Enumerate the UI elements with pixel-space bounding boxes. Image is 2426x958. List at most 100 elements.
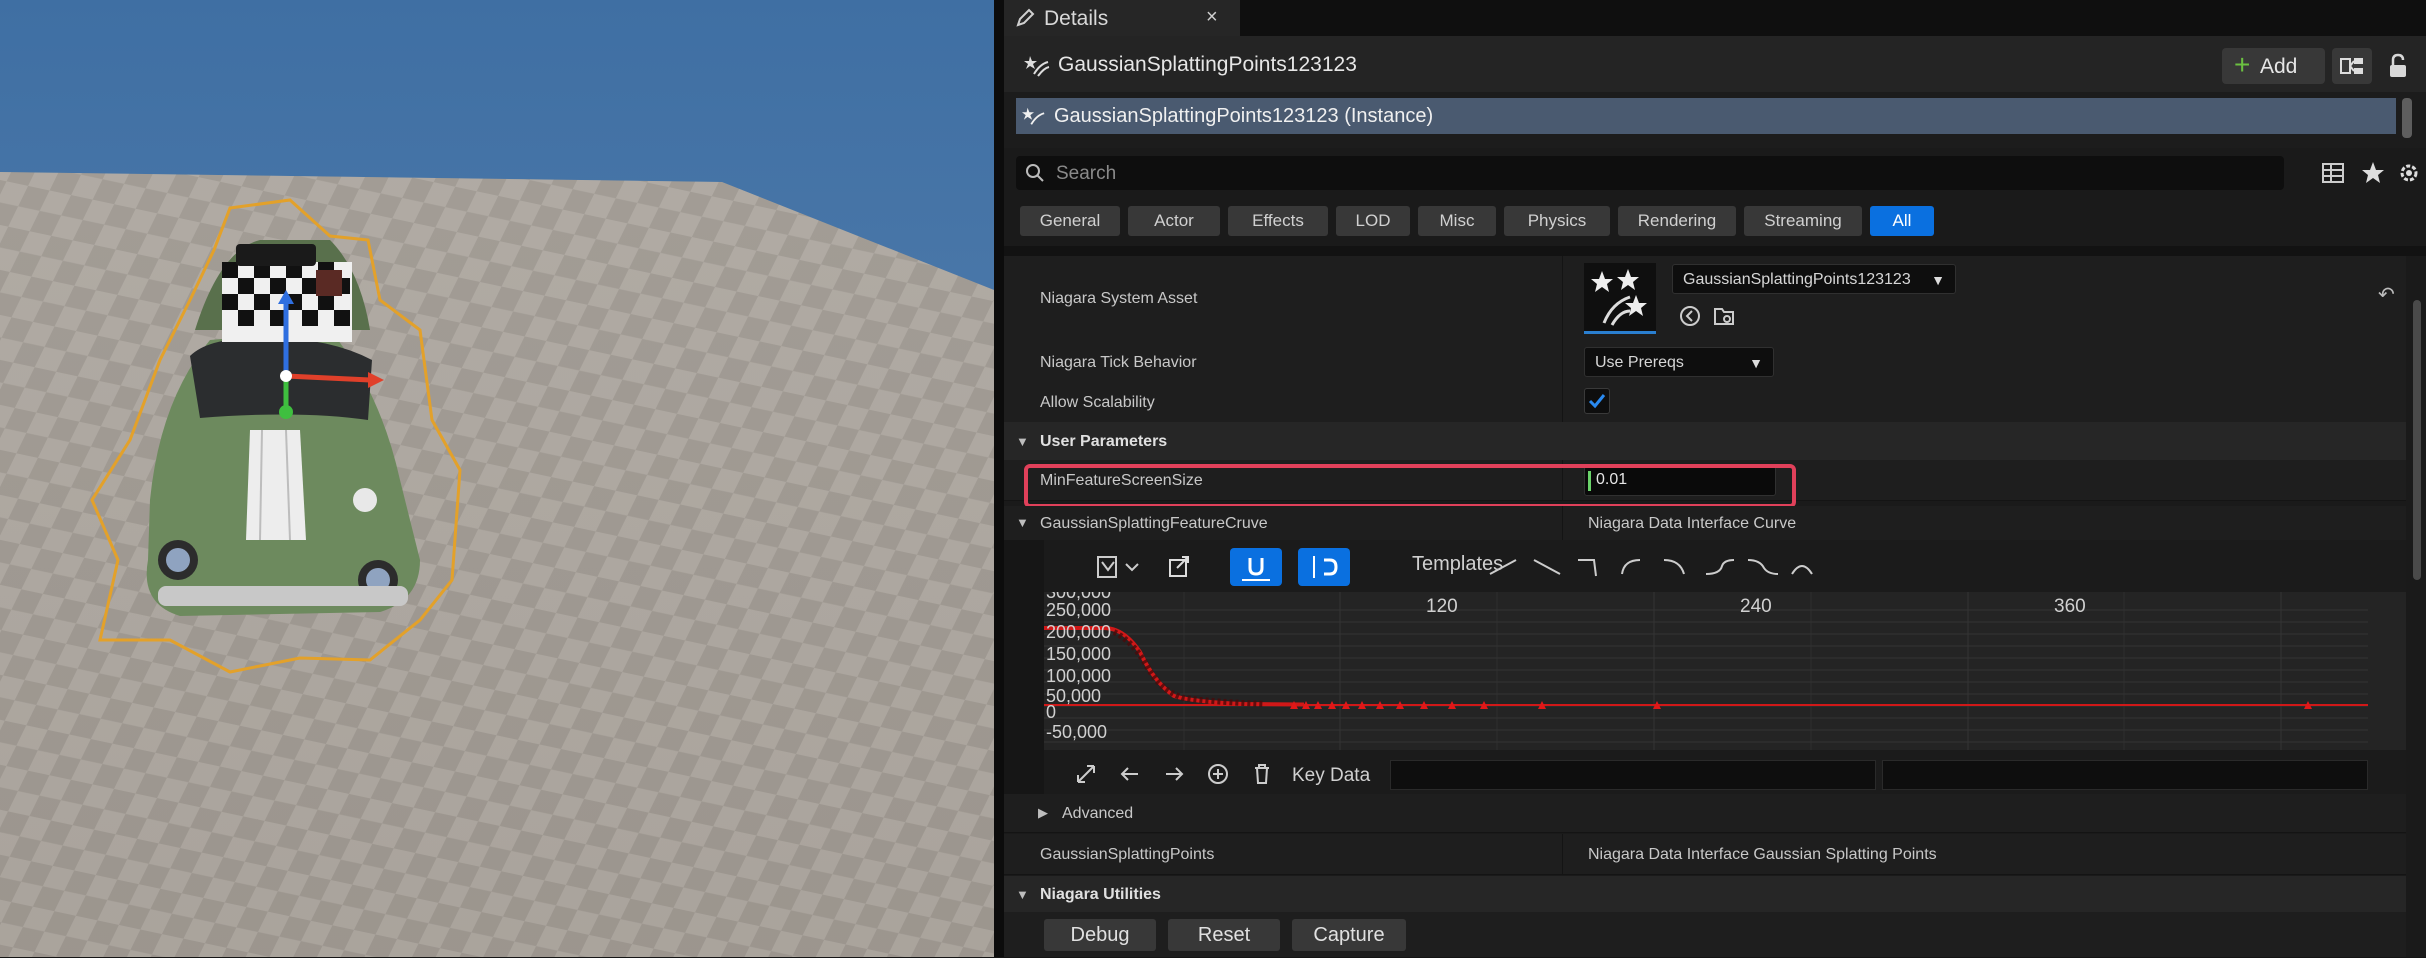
- column-divider: [1562, 342, 1563, 382]
- template-linear-up-icon[interactable]: [1489, 559, 1517, 575]
- details-panel: Details × GaussianSplattingPoints123123 …: [1004, 0, 2426, 958]
- key-value-field[interactable]: [1882, 760, 2368, 790]
- row-niagara-tick-behavior: Niagara Tick Behavior Use Prereqs ▼: [1004, 342, 2406, 383]
- add-label: Add: [2260, 55, 2298, 78]
- template-ease-in-icon[interactable]: [1663, 559, 1685, 575]
- niagara-component-icon: [1022, 107, 1045, 125]
- row-advanced[interactable]: ▶ Advanced: [1004, 794, 2406, 833]
- search-row: [1004, 148, 2426, 202]
- expand-triangle-icon: ▶: [1038, 805, 1048, 820]
- add-key-icon[interactable]: [1206, 762, 1230, 786]
- asset-value: GaussianSplattingPoints123123: [1683, 271, 1911, 288]
- curve-toolbar: Templates: [1044, 540, 2406, 592]
- filter-rendering[interactable]: Rendering: [1618, 206, 1736, 236]
- curve-graph[interactable]: 300,000 250,000 200,000 150,000 100,000 …: [1044, 592, 2406, 750]
- chevron-down-icon: ▼: [1749, 355, 1763, 371]
- tab-details[interactable]: Details ×: [1004, 0, 1240, 36]
- component-item-instance[interactable]: GaussianSplattingPoints123123 (Instance): [1016, 98, 2396, 134]
- use-selected-asset-icon[interactable]: [1678, 304, 1702, 328]
- property-value: Niagara Data Interface Curve: [1588, 515, 1797, 532]
- filter-streaming[interactable]: Streaming: [1744, 206, 1862, 236]
- tick-behavior-combo[interactable]: Use Prereqs ▼: [1584, 347, 1774, 377]
- table-view-icon[interactable]: [2320, 160, 2346, 186]
- grid: [1044, 592, 2368, 750]
- level-viewport[interactable]: [0, 0, 994, 957]
- category-filter-bar: General Actor Effects LOD Misc Physics R…: [1004, 202, 2426, 242]
- filter-general[interactable]: General: [1020, 206, 1120, 236]
- x-tick-label: 240: [1740, 596, 1772, 617]
- row-feature-curve: ▼ GaussianSplattingFeatureCruve Niagara …: [1004, 506, 2406, 541]
- snap-y-button[interactable]: [1298, 548, 1350, 586]
- open-external-icon[interactable]: [1164, 548, 1194, 586]
- column-divider: [1562, 256, 1563, 342]
- collapse-triangle-icon: ▼: [1016, 434, 1029, 449]
- category-niagara-utilities[interactable]: ▼ Niagara Utilities: [1004, 876, 2406, 913]
- add-component-button[interactable]: + Add: [2222, 48, 2325, 84]
- fit-view-icon[interactable]: [1074, 762, 1098, 786]
- filter-all[interactable]: All: [1870, 206, 1934, 236]
- debug-button[interactable]: Debug: [1044, 919, 1156, 951]
- property-label: Niagara System Asset: [1040, 290, 1198, 307]
- curve-graph-svg: 300,000 250,000 200,000 150,000 100,000 …: [1044, 592, 2368, 750]
- magnet-icon: [1242, 558, 1270, 581]
- close-icon[interactable]: ×: [1206, 6, 1218, 29]
- advanced-label: Advanced: [1062, 805, 1134, 822]
- search-icon: [1026, 164, 1044, 182]
- scrollbar-thumb[interactable]: [2413, 300, 2421, 580]
- snap-x-button[interactable]: [1230, 548, 1282, 586]
- plus-icon: +: [2234, 49, 2251, 80]
- filter-actor[interactable]: Actor: [1128, 206, 1220, 236]
- collapse-triangle-icon: ▼: [1016, 887, 1029, 902]
- star-icon[interactable]: [2360, 160, 2386, 186]
- filter-lod[interactable]: LOD: [1336, 206, 1410, 236]
- snap-vertical-icon: [1313, 556, 1338, 578]
- delete-key-icon[interactable]: [1250, 762, 1274, 786]
- collapse-triangle-icon[interactable]: ▼: [1016, 515, 1029, 530]
- filter-physics[interactable]: Physics: [1504, 206, 1610, 236]
- search-input[interactable]: [1054, 158, 2278, 190]
- template-linear-down-icon[interactable]: [1533, 559, 1561, 575]
- filter-misc[interactable]: Misc: [1418, 206, 1496, 236]
- reset-button[interactable]: Reset: [1168, 919, 1280, 951]
- lock-icon[interactable]: [2384, 52, 2412, 80]
- row-niagara-utilities-buttons: Debug Reset Capture: [1004, 912, 2406, 958]
- allow-scalability-checkbox[interactable]: [1584, 388, 1610, 414]
- key-data-label: Key Data: [1292, 765, 1371, 786]
- previous-key-icon[interactable]: [1118, 762, 1142, 786]
- property-label: Niagara Tick Behavior: [1040, 354, 1197, 371]
- key-interp-icon[interactable]: [1092, 548, 1148, 586]
- capture-button[interactable]: Capture: [1292, 919, 1406, 951]
- y-tick-label: 250,000: [1046, 600, 1111, 620]
- tab-bar: Details ×: [1004, 0, 2426, 36]
- gear-icon[interactable]: [2396, 160, 2422, 186]
- row-niagara-system-asset: Niagara System Asset GaussianSplattingPo…: [1004, 256, 2406, 343]
- y-tick-labels: 300,000 250,000 200,000 150,000 100,000 …: [1046, 592, 1111, 742]
- column-divider: [1562, 382, 1563, 422]
- panel-splitter[interactable]: [994, 0, 1004, 957]
- filter-effects[interactable]: Effects: [1228, 206, 1328, 236]
- y-tick-label: 200,000: [1046, 622, 1111, 642]
- hierarchy-icon: [2340, 58, 2363, 74]
- asset-thumbnail[interactable]: [1584, 263, 1656, 334]
- asset-combo[interactable]: GaussianSplattingPoints123123 ▼: [1672, 264, 1956, 294]
- y-tick-label: 100,000: [1046, 666, 1111, 686]
- x-tick-label: 120: [1426, 596, 1458, 617]
- separator: [1004, 246, 2426, 256]
- reset-to-default-icon[interactable]: ↶: [2378, 282, 2395, 307]
- y-tick-label: -50,000: [1046, 722, 1107, 742]
- template-bell-icon[interactable]: [1791, 565, 1813, 575]
- component-tree-scrollbar[interactable]: [2402, 98, 2412, 138]
- details-scrollbar[interactable]: [2410, 256, 2424, 957]
- key-time-field[interactable]: [1390, 760, 1876, 790]
- next-key-icon[interactable]: [1162, 762, 1186, 786]
- template-smooth-up-icon[interactable]: [1705, 559, 1735, 575]
- template-ease-out-icon[interactable]: [1621, 559, 1641, 575]
- component-tree: GaussianSplattingPoints123123 (Instance): [1004, 92, 2426, 148]
- template-smooth-down-icon[interactable]: [1747, 559, 1779, 575]
- x-tick-labels: 120 240 360: [1426, 596, 2086, 617]
- template-square-down-icon[interactable]: [1578, 559, 1597, 577]
- browse-asset-icon[interactable]: [1712, 304, 1736, 328]
- blueprint-button[interactable]: [2332, 48, 2372, 84]
- column-divider: [1562, 834, 1563, 874]
- category-user-parameters[interactable]: ▼ User Parameters: [1004, 422, 2406, 461]
